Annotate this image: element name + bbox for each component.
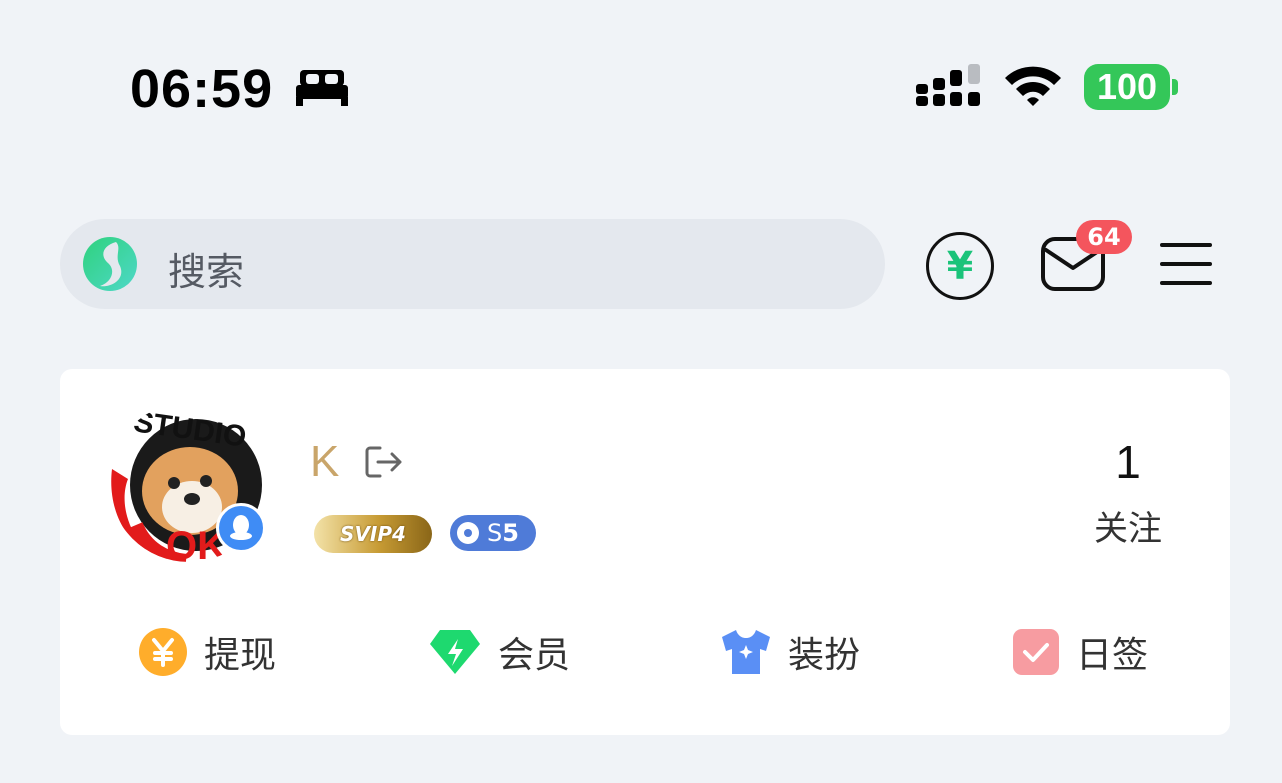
diamond-icon: [430, 630, 480, 674]
svip-badge[interactable]: SVIP4: [314, 515, 432, 553]
search-input[interactable]: 搜索: [168, 241, 244, 296]
yen-coin-icon: [139, 628, 187, 676]
level-number: 5: [502, 519, 519, 547]
bed-icon: [296, 70, 348, 106]
vinyl-disc-icon: [457, 522, 479, 544]
status-bar: 06:59 100: [0, 0, 1282, 150]
quick-action-membership[interactable]: 会员: [428, 627, 570, 677]
quick-action-daily-sign[interactable]: 日签: [1012, 627, 1148, 677]
tshirt-icon: [722, 630, 770, 674]
mail-unread-badge: 64: [1076, 220, 1132, 254]
quick-action-withdraw[interactable]: 提现: [138, 627, 276, 677]
wifi-icon: [1005, 66, 1061, 106]
earn-coin-button[interactable]: ¥: [926, 232, 994, 300]
battery-tip: [1172, 79, 1178, 95]
level-badge[interactable]: S 5: [450, 515, 536, 551]
level-prefix: S: [487, 519, 503, 547]
quick-action-label: 提现: [204, 635, 277, 676]
app-logo-icon: [83, 237, 137, 291]
yen-icon: ¥: [946, 244, 974, 288]
quick-action-dressup[interactable]: 装扮: [720, 627, 860, 677]
checkmark-icon: [1013, 629, 1059, 675]
follow-count[interactable]: 1: [1060, 435, 1196, 489]
quick-action-label: 日签: [1076, 635, 1149, 676]
cellular-signal-icon: [916, 64, 980, 106]
menu-icon[interactable]: [1158, 242, 1214, 286]
logout-icon[interactable]: [364, 445, 404, 479]
search-bar[interactable]: 搜索: [60, 219, 885, 309]
profile-card: OK STUDIO K SVIP4 S 5 1 关注 提现 会员 装扮 日签: [60, 369, 1230, 735]
quick-action-label: 装扮: [788, 635, 861, 676]
battery-indicator: 100: [1084, 64, 1170, 110]
qq-penguin-icon: [216, 503, 266, 553]
follow-label[interactable]: 关注: [1060, 501, 1196, 550]
username[interactable]: K: [310, 437, 339, 487]
quick-action-label: 会员: [498, 635, 571, 676]
status-time: 06:59: [130, 59, 274, 119]
